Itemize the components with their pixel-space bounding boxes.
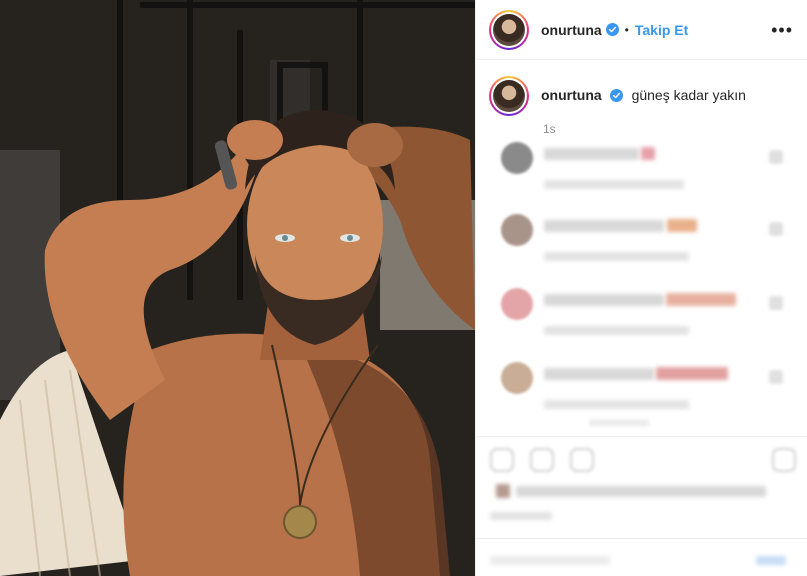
separator-dot: • — [624, 22, 629, 37]
comment-like-icon[interactable] — [769, 296, 783, 310]
comment-text — [544, 148, 639, 160]
comment-avatar[interactable] — [501, 362, 533, 394]
comment-meta — [544, 400, 689, 409]
follow-button[interactable]: Takip Et — [635, 22, 688, 38]
comment-emoji — [641, 147, 655, 160]
caption-username[interactable]: onurtuna — [541, 87, 602, 103]
author-username[interactable]: onurtuna — [541, 22, 602, 38]
comment-avatar[interactable] — [501, 142, 533, 174]
comment-meta — [544, 180, 684, 189]
save-icon[interactable] — [772, 448, 796, 472]
comment-item — [489, 362, 795, 426]
comment-text — [544, 220, 664, 232]
liked-by-text[interactable] — [516, 486, 766, 497]
verified-badge-icon — [610, 89, 624, 102]
post-actions — [490, 448, 796, 474]
caption-avatar[interactable] — [489, 76, 529, 116]
comment-replies[interactable] — [589, 420, 649, 426]
comment-emoji — [667, 219, 697, 232]
author-avatar[interactable] — [489, 9, 529, 50]
more-options-icon[interactable]: ••• — [771, 21, 793, 39]
comment-like-icon[interactable] — [769, 370, 783, 384]
verified-badge-icon — [605, 23, 619, 36]
comment-meta — [544, 326, 689, 335]
like-icon[interactable] — [490, 448, 514, 472]
post-header: onurtuna • Takip Et ••• — [476, 0, 807, 60]
post-photo-illustration — [0, 0, 475, 576]
comment-item — [489, 288, 795, 348]
comment-icon[interactable] — [530, 448, 554, 472]
add-comment-input[interactable] — [490, 556, 610, 565]
comment-avatar[interactable] — [501, 288, 533, 320]
post-caption: onurtuna güneş kadar yakın — [476, 60, 807, 116]
comment-item — [489, 142, 795, 202]
liked-by-avatar — [496, 484, 510, 498]
post-panel: onurtuna • Takip Et ••• onurtuna güneş k… — [475, 0, 807, 576]
comment-item — [489, 214, 795, 274]
post-timestamp — [490, 512, 552, 520]
comment-text — [544, 294, 664, 306]
share-icon[interactable] — [570, 448, 594, 472]
actions-divider — [476, 436, 807, 437]
comment-text — [544, 368, 654, 380]
comment-emoji — [656, 367, 728, 380]
caption-text: güneş kadar yakın — [631, 87, 746, 103]
caption-time: 1s — [543, 122, 556, 136]
post-photo[interactable] — [0, 0, 475, 576]
comment-meta — [544, 252, 689, 261]
comment-divider — [476, 538, 807, 539]
comment-emoji — [666, 293, 736, 306]
comment-like-icon[interactable] — [769, 222, 783, 236]
comment-like-icon[interactable] — [769, 150, 783, 164]
post-comment-button[interactable] — [756, 556, 786, 565]
comment-avatar[interactable] — [501, 214, 533, 246]
